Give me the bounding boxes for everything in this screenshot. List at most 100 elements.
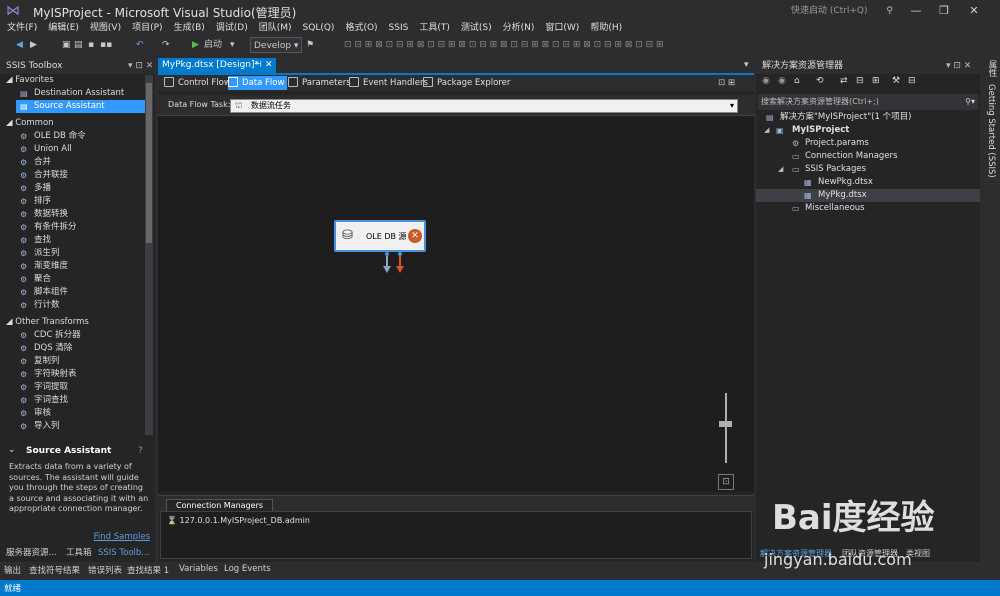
toolbox-item[interactable]: ⚙ 审核 bbox=[0, 407, 155, 420]
home-icon[interactable]: ⌂ bbox=[794, 76, 800, 86]
menu-build[interactable]: 生成(B) bbox=[174, 22, 205, 34]
toolbox-item[interactable]: ⚙ 查找 bbox=[0, 234, 155, 247]
connection-managers-area[interactable]: ⌛ 127.0.0.1.MyISProject_DB.admin bbox=[160, 511, 752, 559]
chevron-down-icon[interactable]: ▾ bbox=[230, 37, 235, 53]
expand-icon[interactable]: ◢ bbox=[764, 124, 769, 137]
menu-edit[interactable]: 编辑(E) bbox=[48, 22, 79, 34]
pin-icon[interactable]: ▾ ⊡ ✕ bbox=[946, 58, 971, 74]
designer-toolbar-icons[interactable]: ⊡ ⊞ bbox=[718, 76, 735, 90]
properties-side-tab[interactable]: 属性 bbox=[986, 60, 998, 77]
toolbox-item[interactable]: ⚙ 字词查找 bbox=[0, 394, 155, 407]
back-icon[interactable]: ◉ bbox=[762, 76, 770, 86]
quick-launch-input[interactable]: 快速启动 (Ctrl+Q) ⚲ bbox=[787, 3, 897, 19]
toolbox-item[interactable]: ⚙ 复制列 bbox=[0, 355, 155, 368]
toolbox-item[interactable]: ⚙ 排序 bbox=[0, 195, 155, 208]
toolbox-item[interactable]: ⚙ DQS 清除 bbox=[0, 342, 155, 355]
pin-icon[interactable]: ⊣ bbox=[254, 58, 262, 73]
save-all-icon[interactable]: ▪▪ bbox=[100, 37, 112, 53]
menu-format[interactable]: 格式(O) bbox=[345, 22, 377, 34]
restore-button[interactable]: ❐ bbox=[932, 2, 956, 20]
tab-control-flow[interactable]: Control Flow bbox=[164, 76, 231, 90]
toolbox-item[interactable]: ⚙ OLE DB 命令 bbox=[0, 130, 155, 143]
close-tab-icon[interactable]: ✕ bbox=[265, 58, 273, 73]
toolbox-item[interactable]: ⚙ 合并 bbox=[0, 156, 155, 169]
toolbox-item[interactable]: ⚙ 派生列 bbox=[0, 247, 155, 260]
toolbox-item[interactable]: ⚙ 渐变维度 bbox=[0, 260, 155, 273]
configuration-dropdown[interactable]: Develop ▾ bbox=[250, 37, 303, 53]
properties-icon[interactable]: ⚒ bbox=[892, 76, 900, 86]
menu-ssis[interactable]: SSIS bbox=[389, 22, 409, 34]
menu-project[interactable]: 项目(P) bbox=[132, 22, 162, 34]
tree-node-miscellaneous[interactable]: ▭ Miscellaneous bbox=[756, 202, 980, 215]
tree-node-project-params[interactable]: ⚙ Project.params bbox=[756, 137, 980, 150]
tab-overflow-icon[interactable]: ▾ bbox=[744, 60, 749, 70]
find-samples-link[interactable]: Find Samples bbox=[94, 532, 150, 542]
connection-manager-item[interactable]: ⌛ 127.0.0.1.MyISProject_DB.admin bbox=[167, 516, 310, 525]
tab-toolbox[interactable]: 工具箱 bbox=[66, 546, 92, 560]
task-dropdown[interactable]: ⛫ 数据流任务 ▾ bbox=[230, 99, 738, 113]
tab-variables[interactable]: Variables bbox=[179, 564, 218, 574]
toolbox-item[interactable]: ⚙ CDC 拆分器 bbox=[0, 329, 155, 342]
menu-window[interactable]: 窗口(W) bbox=[545, 22, 579, 34]
menu-test[interactable]: 测试(S) bbox=[461, 22, 492, 34]
help-icon[interactable]: ? bbox=[138, 446, 143, 456]
scrollbar-thumb[interactable] bbox=[146, 83, 152, 243]
tab-find-symbol-results[interactable]: 查找符号结果 bbox=[29, 564, 80, 576]
tab-package-explorer[interactable]: Package Explorer bbox=[423, 76, 510, 90]
toolbox-item[interactable]: ⚙ 字词提取 bbox=[0, 381, 155, 394]
toolbox-item[interactable]: ⚙ 多播 bbox=[0, 182, 155, 195]
menu-tools[interactable]: 工具(T) bbox=[419, 22, 450, 34]
tree-node-ssis-packages[interactable]: ◢ ▭ SSIS Packages bbox=[756, 163, 980, 176]
tree-node-newpkg[interactable]: ▦ NewPkg.dtsx bbox=[756, 176, 980, 189]
sync-icon[interactable]: ⟲ bbox=[816, 76, 824, 86]
toolbox-item-destination-assistant[interactable]: ▤ Destination Assistant bbox=[0, 87, 155, 100]
collapse-all-icon[interactable]: ⊟ bbox=[856, 76, 864, 86]
expand-icon[interactable]: ◢ bbox=[778, 163, 783, 176]
tab-find-results[interactable]: 查找结果 1 bbox=[127, 564, 169, 576]
open-icon[interactable]: ▤ bbox=[74, 37, 83, 53]
toolbox-item[interactable]: ⚙ 聚合 bbox=[0, 273, 155, 286]
toolbox-item-source-assistant[interactable]: ▤ Source Assistant bbox=[16, 100, 152, 113]
tab-parameters[interactable]: Parameters bbox=[288, 76, 351, 90]
menu-sql[interactable]: SQL(Q) bbox=[303, 22, 335, 34]
toolbox-item[interactable]: ⚙ 字符映射表 bbox=[0, 368, 155, 381]
tab-output[interactable]: 输出 bbox=[4, 564, 21, 576]
group-other-transforms[interactable]: ◢ Other Transforms bbox=[0, 316, 155, 329]
zoom-slider[interactable]: ⊡ bbox=[716, 391, 736, 491]
zoom-fit-icon[interactable]: ⊡ bbox=[718, 474, 734, 490]
menu-view[interactable]: 视图(V) bbox=[90, 22, 121, 34]
toolbox-item[interactable]: ⚙ 脚本组件 bbox=[0, 286, 155, 299]
toolbox-item[interactable]: ⚙ 行计数 bbox=[0, 299, 155, 312]
getting-started-side-tab[interactable]: Getting Started (SSIS) bbox=[986, 84, 996, 178]
tab-data-flow[interactable]: Data Flow bbox=[228, 76, 288, 90]
collapse-icon[interactable]: ⌄ bbox=[8, 445, 16, 455]
tab-ssis-toolbox[interactable]: SSIS Toolb... bbox=[98, 546, 149, 560]
document-tab[interactable]: MyPkg.dtsx [Design]* ⊣ ✕ bbox=[158, 58, 276, 73]
tree-node-mypkg[interactable]: ▦ MyPkg.dtsx bbox=[756, 189, 980, 202]
tab-error-list[interactable]: 错误列表 bbox=[88, 564, 122, 576]
toolbox-item[interactable]: ⚙ 合并联接 bbox=[0, 169, 155, 182]
tab-event-handlers[interactable]: Event Handlers bbox=[349, 76, 428, 90]
toolbox-item[interactable]: ⚙ 有条件拆分 bbox=[0, 221, 155, 234]
toolbox-scrollbar[interactable] bbox=[145, 75, 153, 435]
undo-icon[interactable]: ↶ bbox=[136, 37, 144, 53]
zoom-knob[interactable] bbox=[719, 421, 732, 427]
tree-node-solution[interactable]: ▤ 解决方案"MyISProject"(1 个项目) bbox=[756, 111, 980, 124]
forward-icon[interactable]: ▶ bbox=[30, 37, 37, 53]
solution-search-input[interactable]: 搜索解决方案资源管理器(Ctrl+;) ⚲▾ bbox=[758, 94, 978, 110]
pin-icon[interactable]: ▾ ⊡ ✕ bbox=[128, 58, 153, 74]
toolbox-item[interactable]: ⚙ Union All bbox=[0, 143, 155, 156]
menu-file[interactable]: 文件(F) bbox=[7, 22, 37, 34]
tree-node-connection-managers[interactable]: ▭ Connection Managers bbox=[756, 150, 980, 163]
ole-db-source-component[interactable]: ⛁ OLE DB 源 ✕ bbox=[334, 220, 426, 252]
data-flow-canvas[interactable]: ⛁ OLE DB 源 ✕ ⊡ bbox=[158, 115, 754, 492]
refresh-icon[interactable]: ⇄ bbox=[840, 76, 848, 86]
redo-icon[interactable]: ↷ bbox=[162, 37, 170, 53]
new-project-icon[interactable]: ▣ bbox=[62, 37, 71, 53]
minimize-button[interactable]: — bbox=[904, 2, 928, 20]
group-favorites[interactable]: ◢ Favorites bbox=[0, 74, 155, 87]
menu-team[interactable]: 团队(M) bbox=[259, 22, 292, 34]
forward-icon[interactable]: ◉ bbox=[778, 76, 786, 86]
start-icon[interactable]: ▶ bbox=[192, 37, 199, 53]
close-button[interactable]: ✕ bbox=[962, 2, 986, 20]
